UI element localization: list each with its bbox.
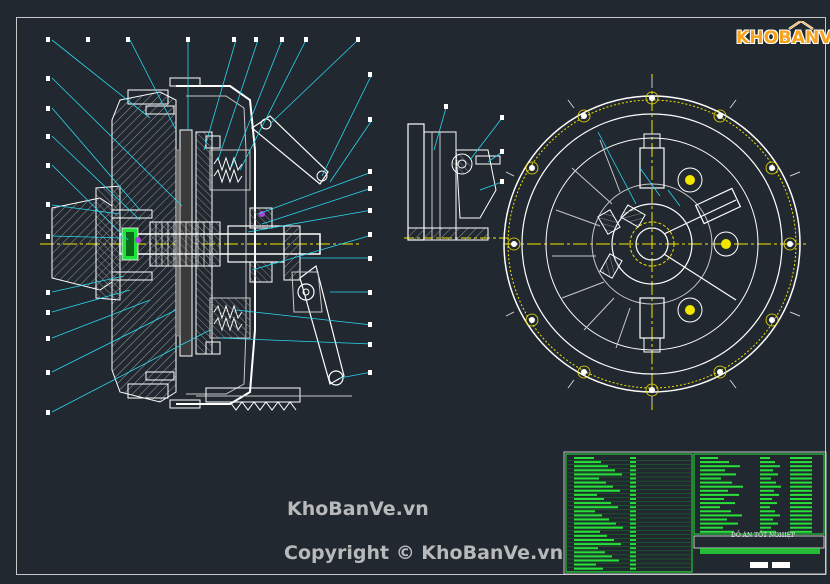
watermark-site: KhoBanVe.vn: [287, 498, 429, 520]
watermark-copyright: Copyright © KhoBanVe.vn: [284, 542, 564, 564]
logo-text: KHOBANVE: [736, 28, 830, 48]
title-block-title: ĐỒ ÁN TỐT NGHIỆP: [731, 532, 796, 539]
drawing-frame: [16, 17, 826, 575]
